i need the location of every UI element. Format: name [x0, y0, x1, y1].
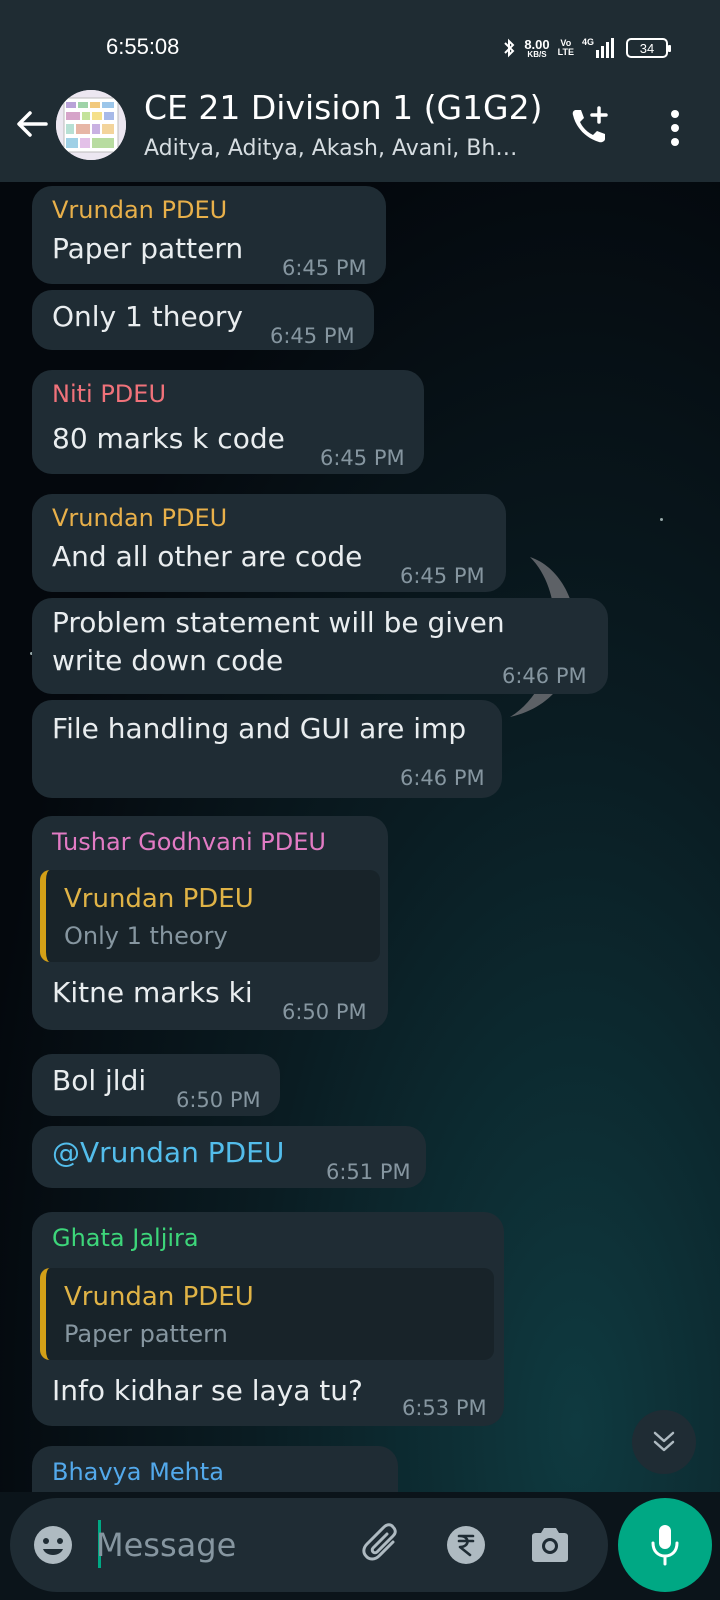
- message-sender: Vrundan PDEU: [52, 196, 228, 224]
- volte-indicator: Vo LTE: [557, 38, 574, 57]
- chat-members[interactable]: Aditya, Aditya, Akash, Avani, Bh…: [144, 136, 517, 161]
- message-input-container[interactable]: [10, 1498, 608, 1592]
- top-bar: 6:55:08 8.00 KB/S Vo LTE 4G 34 CE 21 Div…: [0, 0, 720, 182]
- message-bubble[interactable]: Niti PDEU 80 marks k code 6:45 PM: [32, 370, 424, 474]
- message-time: 6:46 PM: [400, 766, 485, 790]
- message-bubble[interactable]: Problem statement will be given write do…: [32, 598, 608, 694]
- message-bubble[interactable]: Bol jldi 6:50 PM: [32, 1054, 280, 1116]
- emoji-icon[interactable]: [32, 1524, 74, 1566]
- rupee-payment-icon[interactable]: [446, 1525, 486, 1565]
- message-time: 6:50 PM: [176, 1088, 261, 1112]
- message-text-line: write down code: [52, 644, 284, 677]
- microphone-icon: [651, 1525, 679, 1566]
- message-time: 6:50 PM: [282, 1000, 367, 1024]
- message-text: Info kidhar se laya tu?: [52, 1374, 363, 1407]
- message-sender: Ghata Jaljira: [52, 1224, 199, 1252]
- message-text: Kitne marks ki: [52, 976, 253, 1009]
- status-time: 6:55:08: [106, 34, 180, 59]
- message-text: Paper pattern: [52, 232, 244, 265]
- message-text-line: Problem statement will be given: [52, 606, 505, 639]
- network-type: 4G: [581, 37, 594, 47]
- quoted-sender: Vrundan PDEU: [64, 884, 254, 914]
- quoted-text: Paper pattern: [64, 1320, 228, 1348]
- status-icons: 8.00 KB/S Vo LTE 4G 34: [502, 34, 671, 62]
- message-time: 6:51 PM: [326, 1160, 411, 1184]
- quoted-text: Only 1 theory: [64, 922, 228, 950]
- message-text: And all other are code: [52, 540, 363, 573]
- signal-icon: [596, 38, 614, 58]
- chat-area[interactable]: Vrundan PDEU Paper pattern 6:45 PM Only …: [0, 182, 720, 1492]
- bluetooth-icon: [504, 38, 515, 58]
- message-bubble[interactable]: Tushar Godhvani PDEU Vrundan PDEU Only 1…: [32, 816, 388, 1030]
- message-time: 6:45 PM: [270, 324, 355, 348]
- message-bubble[interactable]: Bhavya Mehta: [32, 1446, 398, 1492]
- message-bubble[interactable]: Only 1 theory 6:45 PM: [32, 290, 374, 350]
- signal-indicator: 4G: [582, 38, 618, 58]
- group-avatar[interactable]: [56, 90, 126, 160]
- attachment-icon[interactable]: [360, 1522, 406, 1568]
- voice-message-button[interactable]: [618, 1498, 712, 1592]
- message-text: File handling and GUI are imp: [52, 712, 467, 745]
- message-sender: Bhavya Mehta: [52, 1458, 224, 1486]
- quoted-message[interactable]: Vrundan PDEU Paper pattern: [40, 1268, 494, 1360]
- composer-bar: [0, 1492, 720, 1600]
- add-call-icon[interactable]: [568, 104, 612, 148]
- quoted-sender: Vrundan PDEU: [64, 1282, 254, 1312]
- message-bubble[interactable]: @Vrundan PDEU 6:51 PM: [32, 1126, 426, 1188]
- message-text: Bol jldi: [52, 1064, 147, 1097]
- message-time: 6:45 PM: [282, 256, 367, 280]
- message-sender: Tushar Godhvani PDEU: [52, 828, 326, 856]
- more-options-icon[interactable]: [660, 108, 690, 148]
- network-speed: 8.00 KB/S: [524, 36, 550, 59]
- star-decoration: [660, 518, 663, 521]
- message-bubble[interactable]: File handling and GUI are imp 6:46 PM: [32, 700, 502, 798]
- mention-link[interactable]: @Vrundan PDEU: [52, 1136, 284, 1169]
- message-time: 6:46 PM: [502, 664, 587, 688]
- scroll-to-bottom-button[interactable]: [632, 1410, 696, 1474]
- quoted-message[interactable]: Vrundan PDEU Only 1 theory: [40, 870, 380, 962]
- message-bubble[interactable]: Vrundan PDEU Paper pattern 6:45 PM: [32, 186, 386, 284]
- message-sender: Niti PDEU: [52, 380, 167, 408]
- message-time: 6:45 PM: [320, 446, 405, 470]
- message-text: 80 marks k code: [52, 422, 285, 455]
- message-input[interactable]: [96, 1520, 346, 1570]
- message-time: 6:53 PM: [402, 1396, 487, 1420]
- message-time: 6:45 PM: [400, 564, 485, 588]
- battery-indicator: 34: [626, 38, 671, 58]
- message-bubble[interactable]: Ghata Jaljira Vrundan PDEU Paper pattern…: [32, 1212, 504, 1426]
- double-chevron-down-icon: [653, 1431, 675, 1452]
- message-sender: Vrundan PDEU: [52, 504, 228, 532]
- camera-icon[interactable]: [528, 1524, 572, 1566]
- message-bubble[interactable]: Vrundan PDEU And all other are code 6:45…: [32, 494, 506, 592]
- message-text: Only 1 theory: [52, 300, 243, 333]
- back-arrow-icon[interactable]: [14, 106, 50, 142]
- chat-title[interactable]: CE 21 Division 1 (G1G2): [144, 88, 542, 127]
